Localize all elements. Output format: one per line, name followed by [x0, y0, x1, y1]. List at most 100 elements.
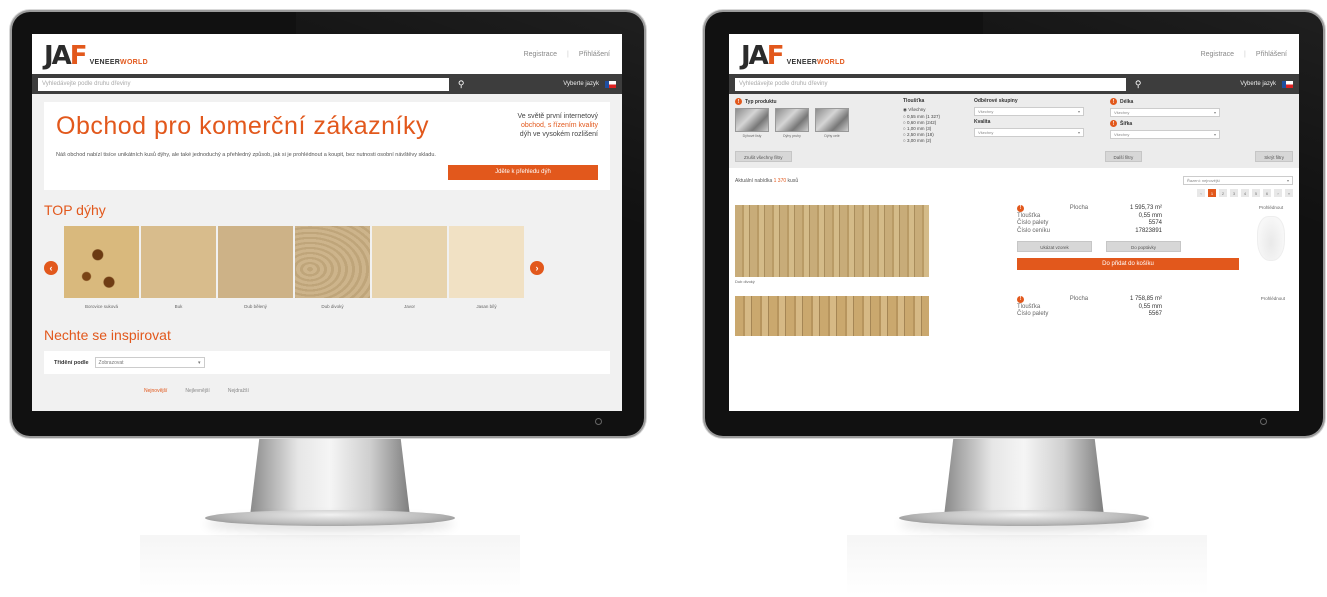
right-monitor-stand: [944, 436, 1104, 516]
veneer-tile[interactable]: Buk: [141, 226, 216, 309]
product-type-option[interactable]: Dýhy celé: [815, 108, 849, 138]
logo[interactable]: JAF VENEERWORLD: [741, 39, 845, 69]
thickness-label: 0,60 mm (242): [906, 120, 937, 125]
veneer-image[interactable]: [372, 226, 447, 298]
page-button[interactable]: 4: [1241, 189, 1249, 197]
right-reflection: [847, 535, 1207, 595]
product-info: ! Plocha 1 758,85 m² Tloušťka 0,55 mm Číslo p…: [1017, 296, 1162, 336]
attribute-value: 17823891: [1135, 227, 1162, 234]
attribute-name: Tloušťka: [1017, 303, 1041, 310]
preview[interactable]: Prohlédnout: [1261, 296, 1285, 301]
info-icon[interactable]: !: [1109, 120, 1117, 127]
search-bar: Vyhledávejte podle druhu dřeviny ⚲ Vyber…: [32, 74, 622, 94]
language-selector[interactable]: Vyberte jazyk: [563, 80, 616, 88]
width-select[interactable]: Všechny ▾: [1109, 130, 1220, 139]
logo-subtitle: VENEERWORLD: [89, 59, 148, 66]
page-button[interactable]: 5: [1252, 189, 1260, 197]
show-sample-button[interactable]: Ukázat vzorek: [1017, 241, 1092, 252]
page-button[interactable]: ›: [1274, 189, 1282, 197]
thickness-option[interactable]: ○ 2,50 mm (18): [903, 132, 940, 137]
page-button[interactable]: ‹: [1197, 189, 1205, 197]
attribute-value: 5567: [1148, 311, 1162, 317]
groups-select[interactable]: Všechny ▾: [973, 107, 1084, 116]
sort-link[interactable]: Nejnovější: [144, 388, 167, 394]
preview[interactable]: Prohlédnout: [1257, 205, 1285, 261]
veneer-image[interactable]: [218, 226, 293, 298]
length-select[interactable]: Všechny ▾: [1109, 108, 1220, 117]
quality-select[interactable]: Všechny ▾: [973, 128, 1084, 137]
veneer-tile[interactable]: Javor: [372, 226, 447, 309]
veneer-image[interactable]: [449, 226, 524, 298]
info-icon[interactable]: !: [1109, 98, 1117, 105]
divider: |: [567, 50, 569, 58]
left-monitor-base: [205, 510, 455, 526]
sort-select[interactable]: Zobrazovat ▾: [94, 357, 205, 368]
inquiry-button[interactable]: Do poptávky: [1106, 241, 1181, 252]
product-attribute: Tloušťka 0,55 mm: [1017, 213, 1162, 221]
right-monitor-base: [899, 510, 1149, 526]
veneer-image[interactable]: [141, 226, 216, 298]
product-card: ! Plocha 1 758,85 m² Tloušťka 0,55 mm Číslo p…: [729, 284, 1299, 336]
right-monitor: JAF VENEERWORLD Registrace | Přihlášení …: [667, 0, 1327, 597]
browse-veneers-button[interactable]: Jděte k přehledu dýh: [448, 165, 598, 180]
thickness-option[interactable]: ○ 0,60 mm (242): [903, 120, 940, 125]
filter-dimensions: ! Délka Všechny ▾ ! Šířka Všechny ▾: [1109, 98, 1220, 144]
more-filters-button[interactable]: Další filtry: [1104, 151, 1143, 162]
veneer-image[interactable]: [64, 226, 139, 298]
search-input[interactable]: Vyhledávejte podle druhu dřeviny: [38, 77, 450, 91]
logo-mark: JAF: [44, 41, 88, 71]
info-icon[interactable]: !: [735, 98, 742, 105]
product-type-option[interactable]: Dýhové listy: [735, 108, 769, 138]
search-icon[interactable]: ⚲: [455, 78, 467, 90]
page-button[interactable]: 6: [1263, 189, 1271, 197]
page-button[interactable]: 1: [1208, 189, 1216, 197]
thickness-option[interactable]: ○ 3,00 mm (2): [903, 138, 940, 143]
product-image[interactable]: [735, 296, 929, 336]
login-link[interactable]: Přihlášení: [579, 51, 610, 58]
register-link[interactable]: Registrace: [1201, 51, 1234, 58]
attribute-name: Plocha: [1069, 205, 1089, 211]
language-selector[interactable]: Vyberte jazyk: [1240, 80, 1293, 88]
login-link[interactable]: Přihlášení: [1256, 51, 1287, 58]
page-button[interactable]: 3: [1230, 189, 1238, 197]
info-icon[interactable]: !: [1017, 296, 1024, 303]
page-button[interactable]: 2: [1219, 189, 1227, 197]
veneer-tile[interactable]: Jasan bílý: [449, 226, 524, 309]
info-icon[interactable]: !: [1017, 205, 1024, 212]
logo-mark: JAF: [741, 41, 785, 71]
attribute-name: Číslo palety: [1017, 220, 1049, 226]
product-type-image: [775, 108, 809, 132]
top-links: Registrace | Přihlášení: [1201, 51, 1287, 58]
veneer-image[interactable]: [295, 226, 370, 298]
add-to-cart-button[interactable]: Do přidat do košíku: [1017, 258, 1239, 270]
thickness-option[interactable]: ○ 1,00 mm (3): [903, 126, 940, 131]
product-card: Dub divoký ! Plocha 1 595,73 m² Tloušťka 0,5…: [729, 197, 1299, 284]
top-links: Registrace | Přihlášení: [524, 51, 610, 58]
product-attribute: ! Plocha 1 758,85 m²: [1017, 296, 1162, 304]
sort-link[interactable]: Nejdražší: [228, 388, 249, 394]
thickness-option[interactable]: ○ 0,55 mm (1 327): [903, 114, 940, 119]
page-button[interactable]: »: [1285, 189, 1293, 197]
reset-filters-button[interactable]: Zrušit všechny filtry: [735, 151, 792, 162]
filter-product-type: ! Typ produktu Dýhové listy Dýhy pruhy Dýhy…: [735, 98, 849, 144]
flag-icon: [1282, 80, 1293, 88]
veneer-tile[interactable]: Dub bělený: [218, 226, 293, 309]
product-image[interactable]: [735, 205, 929, 277]
product-type-option[interactable]: Dýhy pruhy: [775, 108, 809, 138]
hide-filters-button[interactable]: Skrýt filtry: [1255, 151, 1293, 162]
attribute-name: Číslo ceníku: [1017, 227, 1051, 234]
chevron-right-icon[interactable]: ›: [530, 260, 544, 275]
logo[interactable]: JAF VENEERWORLD: [44, 39, 148, 69]
search-input[interactable]: Vyhledávejte podle druhu dřeviny: [735, 77, 1127, 91]
search-icon[interactable]: ⚲: [1132, 78, 1144, 90]
veneer-tile[interactable]: Borovice suková: [64, 226, 139, 309]
filter-label: Třídění podle: [54, 359, 89, 366]
hero: Obchod pro komerční zákazníky Ve světě p…: [44, 102, 610, 190]
register-link[interactable]: Registrace: [524, 51, 557, 58]
veneer-tile[interactable]: Dub divoký: [295, 226, 370, 309]
veneer-label: Buk: [174, 304, 183, 309]
thickness-option[interactable]: ◉ Všechny: [903, 107, 940, 113]
results-sort-select[interactable]: Řazení: nejnovější ▾: [1183, 176, 1293, 185]
sort-link[interactable]: Nejlevnější: [185, 388, 209, 394]
chevron-left-icon[interactable]: ‹: [44, 260, 58, 275]
